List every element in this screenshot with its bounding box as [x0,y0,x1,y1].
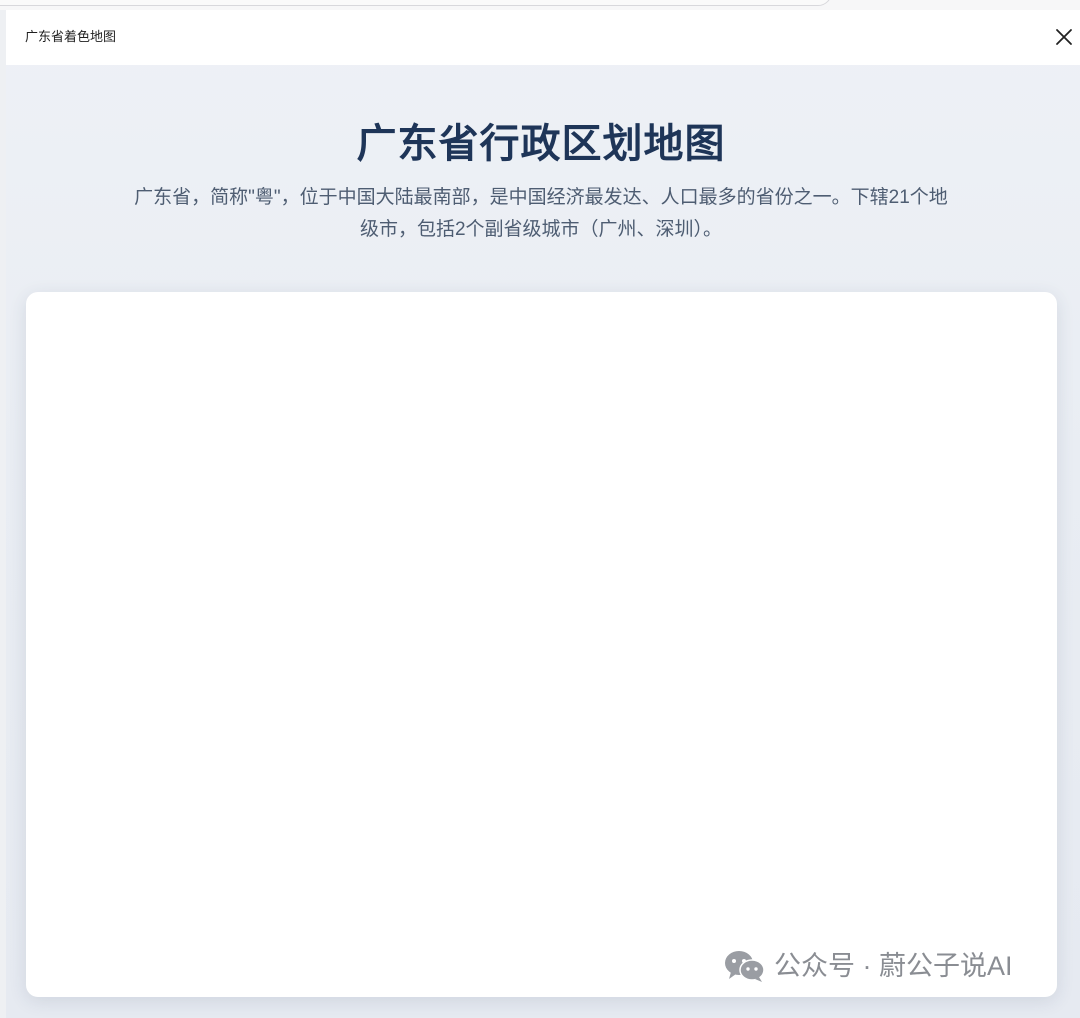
browser-top-strip [0,0,1080,10]
dialog-titlebar: 广东省着色地图 [6,10,1080,65]
page-title: 广东省行政区划地图 [356,122,726,166]
wechat-icon [724,949,766,983]
close-icon[interactable] [1052,25,1076,49]
browser-tab-edge [0,0,832,6]
map-dialog: 广东省着色地图 广东省行政区划地图 广东省，简称"粤"，位于中国大陆最南部，是中… [6,10,1080,1018]
dialog-title: 广东省着色地图 [25,29,117,44]
watermark: 公众号 · 蔚公子说AI [724,948,1013,984]
map-container[interactable] [26,292,1057,997]
page-description: 广东省，简称"粤"，位于中国大陆最南部，是中国经济最发达、人口最多的省份之一。下… [134,187,948,240]
watermark-text: 公众号 · 蔚公子说AI [774,951,1013,981]
